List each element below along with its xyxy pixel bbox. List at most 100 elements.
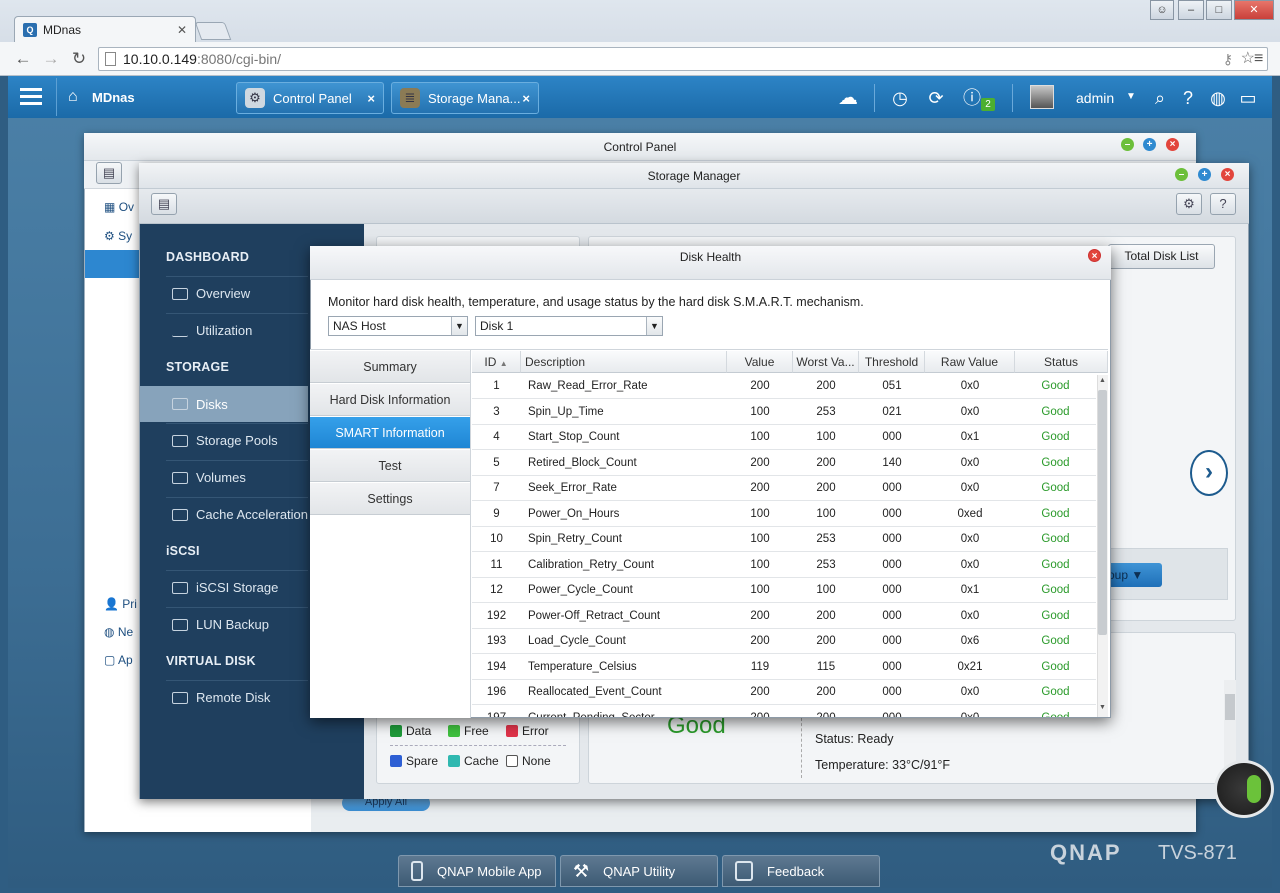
total-disk-list-button[interactable]: Total Disk List (1108, 244, 1215, 269)
col-header-threshold[interactable]: Threshold (859, 351, 925, 373)
table-row[interactable]: 193 Load_Cycle_Count 200 200 000 0x6 Good (472, 629, 1096, 655)
tab-summary[interactable]: Summary (310, 351, 470, 383)
taskbar-tab-storage-manager[interactable]: ≣ Storage Mana... × (391, 82, 539, 114)
main-menu-icon[interactable] (20, 86, 42, 106)
taskbar-tab-control-panel[interactable]: ⚙ Control Panel × (236, 82, 384, 114)
monitor-icon[interactable]: ▭ (1236, 86, 1260, 110)
table-row[interactable]: 9 Power_On_Hours 100 100 000 0xed Good (472, 502, 1096, 527)
close-tab-icon[interactable]: ✕ (177, 23, 187, 37)
browser-tab[interactable]: Q MDnas ✕ (14, 16, 196, 42)
helper-assistant-icon[interactable] (1214, 760, 1274, 818)
home-label[interactable]: MDnas (92, 90, 135, 105)
next-arrow-icon[interactable]: › (1190, 450, 1228, 496)
cell-description: Start_Stop_Count (528, 431, 620, 443)
tab-hard-disk-information[interactable]: Hard Disk Information (310, 384, 470, 416)
close-icon[interactable]: × (522, 91, 530, 106)
close-dialog-icon[interactable]: × (1088, 249, 1101, 262)
forward-arrow-icon[interactable]: → (40, 48, 62, 70)
help-icon[interactable]: ? (1210, 193, 1236, 215)
table-row[interactable]: 3 Spin_Up_Time 100 253 021 0x0 Good (472, 400, 1096, 425)
back-arrow-icon[interactable]: ← (12, 48, 34, 70)
sidebar-toggle-icon[interactable]: ▤ (96, 162, 122, 184)
dock-qnap-mobile-app[interactable]: QNAP Mobile App (398, 855, 556, 887)
nav-item-cache-acceleration[interactable]: Cache Acceleration (166, 497, 308, 531)
key-icon[interactable]: ⚷ (1223, 48, 1233, 70)
table-row[interactable]: 11 Calibration_Retry_Count 100 253 000 0x0 Goo… (472, 553, 1096, 578)
sync-icon[interactable]: ⟳ (924, 86, 948, 110)
globe-icon[interactable]: ◍ (1206, 86, 1230, 110)
nav-item-storage-pools[interactable]: Storage Pools (166, 423, 308, 457)
tab-settings[interactable]: Settings (310, 483, 470, 515)
cell-value: 100 (750, 431, 770, 443)
table-row[interactable]: 4 Start_Stop_Count 100 100 000 0x1 Good (472, 425, 1096, 451)
user-name[interactable]: admin (1076, 90, 1114, 106)
table-row[interactable]: 192 Power-Off_Retract_Count 200 200 000 0x0 Go… (472, 604, 1096, 629)
table-row[interactable]: 194 Temperature_Celsius 119 115 000 0x21 Good (472, 655, 1096, 680)
nav-item-remote-disk[interactable]: Remote Disk (166, 680, 308, 714)
minimize-icon[interactable]: – (1121, 138, 1134, 151)
menu-icon[interactable]: ≡ (1254, 50, 1263, 68)
close-icon[interactable]: × (367, 91, 375, 106)
scroll-up-icon[interactable]: ▲ (1099, 377, 1106, 384)
home-icon[interactable]: ⌂ (68, 88, 78, 106)
cp-side-applications[interactable]: ▢ Ap (104, 653, 133, 667)
cp-side-system[interactable]: ⚙ Sy (104, 229, 132, 243)
profile-button[interactable]: ☺ (1150, 0, 1174, 20)
settings-gear-icon[interactable]: ⚙ (1176, 193, 1202, 215)
col-header-id[interactable]: ID ▲ (472, 351, 521, 373)
reload-icon[interactable]: ↻ (68, 48, 90, 70)
cloud-icon[interactable]: ☁ (836, 86, 860, 110)
close-window-button[interactable]: ✕ (1234, 0, 1274, 20)
table-row[interactable]: 5 Retired_Block_Count 200 200 140 0x0 Good (472, 451, 1096, 476)
sidebar-toggle-icon[interactable]: ▤ (151, 193, 177, 215)
maximize-button[interactable]: □ (1206, 0, 1232, 20)
cp-side-privilege[interactable]: 👤 Pri (104, 597, 137, 611)
col-header-worst[interactable]: Worst Va... (793, 351, 859, 373)
bookmark-star-icon[interactable]: ☆ (1241, 48, 1255, 70)
table-row[interactable]: 12 Power_Cycle_Count 100 100 000 0x1 Good (472, 578, 1096, 604)
tab-smart-information[interactable]: SMART Information (310, 417, 470, 449)
group-dropdown-button[interactable]: oup ▼ (1104, 563, 1162, 587)
nav-item-disks[interactable]: Disks (140, 386, 308, 422)
col-header-description[interactable]: Description (521, 351, 727, 373)
col-header-value[interactable]: Value (727, 351, 793, 373)
col-header-status[interactable]: Status (1015, 351, 1108, 373)
cp-side-network[interactable]: ◍ Ne (104, 625, 133, 639)
table-row[interactable]: 10 Spin_Retry_Count 100 253 000 0x0 Good (472, 527, 1096, 553)
user-icon: 👤 (104, 597, 119, 611)
scroll-down-icon[interactable]: ▼ (1099, 704, 1106, 711)
dock-feedback[interactable]: Feedback (722, 855, 880, 887)
cp-side-overview[interactable]: ▦ Ov (104, 200, 134, 214)
maximize-icon[interactable]: + (1198, 168, 1211, 181)
nav-item-utilization[interactable]: Utilization (166, 313, 308, 347)
disk-select[interactable]: Disk 1 ▼ (475, 316, 663, 336)
disk-error-icon (506, 725, 518, 737)
host-select[interactable]: NAS Host ▼ (328, 316, 468, 336)
help-icon[interactable]: ? (1176, 86, 1200, 110)
chevron-down-icon[interactable]: ▼ (1126, 91, 1136, 102)
table-row[interactable]: 197Current_Pending_Sector2002000000x0Goo… (472, 706, 1096, 718)
new-tab-button[interactable] (194, 22, 232, 40)
search-icon[interactable]: ⌕ (1148, 86, 1172, 110)
dock-qnap-utility[interactable]: ⚒ QNAP Utility (560, 855, 718, 887)
minimize-button[interactable]: – (1178, 0, 1204, 20)
clock-icon[interactable]: ◷ (888, 86, 912, 110)
tab-test[interactable]: Test (310, 450, 470, 482)
nav-item-overview[interactable]: Overview (166, 276, 308, 310)
close-icon[interactable]: × (1221, 168, 1234, 181)
nav-item-volumes[interactable]: Volumes (166, 460, 308, 494)
avatar[interactable] (1030, 85, 1054, 109)
table-row[interactable]: 7 Seek_Error_Rate 200 200 000 0x0 Good (472, 476, 1096, 502)
maximize-icon[interactable]: + (1143, 138, 1156, 151)
close-icon[interactable]: × (1166, 138, 1179, 151)
address-bar[interactable]: 10.10.0.149:8080/cgi-bin/ ⚷ ☆ (98, 47, 1268, 71)
minimize-icon[interactable]: – (1175, 168, 1188, 181)
col-header-raw-value[interactable]: Raw Value (925, 351, 1015, 373)
cell-worst: 200 (816, 609, 836, 622)
nav-item-iscsi-storage[interactable]: iSCSI Storage (166, 570, 308, 604)
table-row[interactable]: 196 Reallocated_Event_Count 200 200 000 0x0 Go… (472, 680, 1096, 706)
scrollbar-thumb[interactable] (1098, 390, 1107, 635)
nav-item-lun-backup[interactable]: LUN Backup (166, 607, 308, 641)
browser-tab-title: MDnas (43, 22, 82, 37)
table-row[interactable]: 1 Raw_Read_Error_Rate 200 200 051 0x0 Good (472, 374, 1096, 400)
